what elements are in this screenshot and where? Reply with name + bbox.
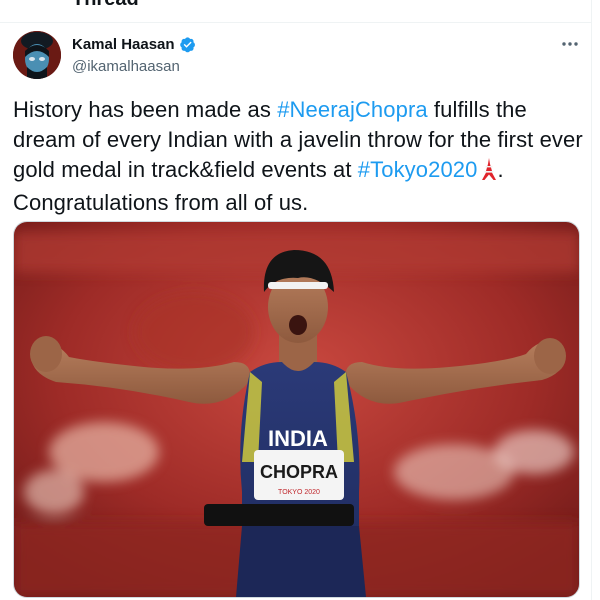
tokyo-tower-icon	[481, 158, 497, 188]
hashtag-link[interactable]: #Tokyo2020	[358, 157, 478, 182]
author-handle[interactable]: @ikamalhaasan	[72, 58, 180, 75]
tweet-text-part: History has been made as	[13, 97, 278, 122]
author-name-row[interactable]: Kamal Haasan	[72, 36, 196, 53]
hashtag-link[interactable]: #NeerajChopra	[277, 97, 428, 122]
thread-header: Thread	[0, 0, 592, 23]
athlete-photo: INDIA CHOPRA TOKYO 2020	[14, 222, 579, 597]
tweet-text: History has been made as #NeerajChopra f…	[13, 95, 583, 218]
jersey-text: INDIA	[268, 426, 328, 451]
thread-title: Thread	[72, 0, 139, 11]
tweet-photo[interactable]: INDIA CHOPRA TOKYO 2020	[13, 221, 580, 598]
bib-small-text: TOKYO 2020	[278, 489, 320, 496]
avatar[interactable]	[13, 31, 61, 79]
verified-badge-icon	[179, 37, 195, 53]
column-divider	[591, 0, 592, 600]
bib-name: CHOPRA	[260, 462, 338, 482]
more-dots-icon	[562, 42, 578, 46]
more-options-button[interactable]	[554, 32, 586, 56]
author-name[interactable]: Kamal Haasan	[72, 36, 175, 53]
avatar-image	[13, 31, 61, 79]
